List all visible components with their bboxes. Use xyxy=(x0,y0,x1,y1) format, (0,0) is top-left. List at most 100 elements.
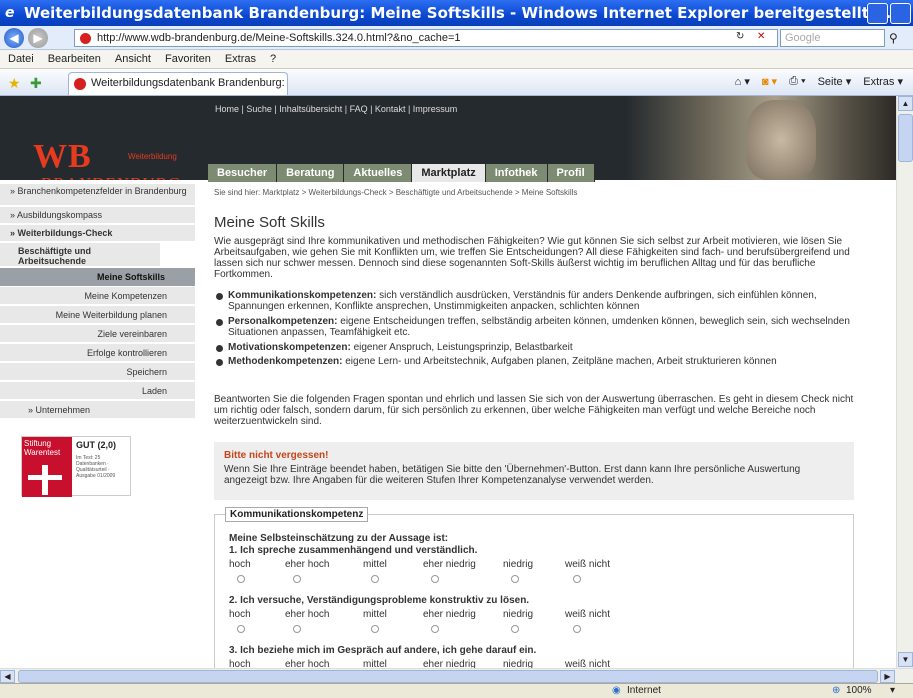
answer-radio[interactable] xyxy=(573,625,581,633)
menu-favoriten[interactable]: Favoriten xyxy=(165,50,211,68)
zoom-menu-chevron-icon[interactable]: ▾ xyxy=(890,684,895,698)
favorites-star-icon[interactable]: ★ xyxy=(8,75,21,92)
breadcrumb[interactable]: Sie sind hier: Marktplatz > Weiterbildun… xyxy=(214,188,577,197)
warentest-details: Im Test: 25 Datenbanken · Qualitätsurtei… xyxy=(76,455,116,479)
status-bar: ◉ Internet ⊕ 100% ▾ xyxy=(0,683,913,698)
sidebar-item-softskills[interactable]: Meine Softskills xyxy=(0,268,195,286)
answer-hint: Beantworten Sie die folgenden Fragen spo… xyxy=(214,394,854,427)
command-bar: ⌂ ▾ ◙ ▾ ⎙ ▾ Seite ▾ Extras ▾ xyxy=(735,75,903,88)
nav-infothek[interactable]: Infothek xyxy=(485,164,548,182)
sidebar-item-kompetenzen[interactable]: Meine Kompetenzen xyxy=(0,287,195,305)
stop-icon[interactable]: ✕ xyxy=(757,31,765,42)
option-label: weiß nicht xyxy=(565,609,611,620)
window-controls xyxy=(867,3,911,24)
back-button[interactable]: ◀ xyxy=(4,28,24,48)
nav-profil[interactable]: Profil xyxy=(547,164,595,182)
option-label: eher niedrig xyxy=(423,559,476,570)
option-label: eher hoch xyxy=(285,559,330,570)
extras-menu[interactable]: Extras ▾ xyxy=(863,75,903,88)
refresh-icon[interactable]: ↻ xyxy=(736,31,744,42)
menu-ansicht[interactable]: Ansicht xyxy=(115,50,151,68)
forward-button[interactable]: ▶ xyxy=(28,28,48,48)
scroll-thumb[interactable] xyxy=(898,114,913,162)
answer-radio[interactable] xyxy=(573,575,581,583)
self-assessment-label: Meine Selbsteinschätzung zu der Aussage … xyxy=(229,533,449,544)
tab-label: Weiterbildungsdatenbank Brandenburg: Mei… xyxy=(91,77,287,89)
answer-radio[interactable] xyxy=(371,575,379,583)
menu-datei[interactable]: Datei xyxy=(8,50,34,68)
vertical-scrollbar[interactable]: ▲ ▼ xyxy=(896,96,913,668)
search-input[interactable]: Google xyxy=(780,29,885,47)
option-label: hoch xyxy=(229,609,251,620)
answer-radio[interactable] xyxy=(237,575,245,583)
url-text: http://www.wdb-brandenburg.de/Meine-Soft… xyxy=(97,32,461,44)
page-menu[interactable]: Seite ▾ xyxy=(818,75,852,88)
web-page: WB Weiterbildung BRANDENBURG Home | Such… xyxy=(0,96,896,668)
nav-besucher[interactable]: Besucher xyxy=(208,164,278,182)
security-zone: Internet xyxy=(627,685,661,696)
url-field[interactable]: http://www.wdb-brandenburg.de/Meine-Soft… xyxy=(74,29,778,47)
option-label: mittel xyxy=(363,609,387,620)
browser-tab[interactable]: Weiterbildungsdatenbank Brandenburg: Mei… xyxy=(68,72,288,95)
banner-photo xyxy=(626,96,896,180)
question-1: 1. Ich spreche zusammenhängend und verst… xyxy=(229,545,478,556)
answer-radio[interactable] xyxy=(371,625,379,633)
option-label: niedrig xyxy=(503,659,534,668)
menu-bar: Datei Bearbeiten Ansicht Favoriten Extra… xyxy=(0,50,913,69)
scroll-left-button[interactable]: ◀ xyxy=(0,670,15,683)
sidebar-item-erfolge[interactable]: Erfolge kontrollieren xyxy=(0,344,195,362)
home-icon[interactable]: ⌂ ▾ xyxy=(735,75,750,88)
sidebar-item-speichern[interactable]: Speichern xyxy=(0,363,195,381)
question-3: 3. Ich beziehe mich im Gespräch auf ande… xyxy=(229,645,537,656)
option-label: eher niedrig xyxy=(423,659,476,668)
question-2: 2. Ich versuche, Verständigungsprobleme … xyxy=(229,595,530,606)
zoom-level[interactable]: 100% xyxy=(846,684,872,698)
main-navigation: Besucher Beratung Aktuelles Marktplatz I… xyxy=(208,164,595,182)
answer-radio[interactable] xyxy=(431,625,439,633)
sidebar-item-ziele[interactable]: Ziele vereinbaren xyxy=(0,325,195,343)
site-banner: WB Weiterbildung BRANDENBURG Home | Such… xyxy=(0,96,896,193)
sidebar-item-check[interactable]: » Weiterbildungs-Check xyxy=(0,225,195,242)
scroll-up-button[interactable]: ▲ xyxy=(898,96,913,111)
horizontal-scrollbar[interactable]: ◀ ▶ xyxy=(0,668,913,683)
sidebar-item-planen[interactable]: Meine Weiterbildung planen xyxy=(0,306,195,324)
option-label: niedrig xyxy=(503,559,534,570)
sidebar-item-branchen[interactable]: » Branchenkompetenzfelder in Brandenburg xyxy=(0,184,195,206)
add-favorites-icon[interactable]: ✚ xyxy=(30,75,42,92)
maximize-button[interactable] xyxy=(890,3,911,24)
answer-radio[interactable] xyxy=(511,575,519,583)
scroll-down-button[interactable]: ▼ xyxy=(898,652,913,667)
logo-mark: WB xyxy=(33,138,92,175)
menu-bearbeiten[interactable]: Bearbeiten xyxy=(48,50,101,68)
sidebar-item-unternehmen[interactable]: » Unternehmen xyxy=(0,401,195,419)
sidebar-item-laden[interactable]: Laden xyxy=(0,382,195,400)
intro-text: Wie ausgeprägt sind Ihre kommunikativen … xyxy=(214,236,850,280)
feeds-icon[interactable]: ◙ ▾ xyxy=(762,75,777,88)
horizontal-scroll-thumb[interactable] xyxy=(18,670,878,683)
print-icon[interactable]: ⎙ ▾ xyxy=(789,75,805,88)
menu-help[interactable]: ? xyxy=(270,50,276,68)
site-logo[interactable]: WB Weiterbildung BRANDENBURG xyxy=(33,138,180,193)
search-icon[interactable]: ⚲ xyxy=(889,31,898,45)
answer-radio[interactable] xyxy=(511,625,519,633)
answer-radio[interactable] xyxy=(237,625,245,633)
sidebar-item-ausbildung[interactable]: » Ausbildungskompass xyxy=(0,207,195,224)
nav-aktuelles[interactable]: Aktuelles xyxy=(344,164,413,182)
nav-beratung[interactable]: Beratung xyxy=(277,164,345,182)
sidebar-item-beschaeftigte[interactable]: Beschäftigte und Arbeitsuchende xyxy=(0,243,160,267)
fieldset-legend: Kommunikationskompetenz xyxy=(225,507,369,522)
warentest-grade: GUT (2,0) xyxy=(76,440,117,450)
option-label: eher niedrig xyxy=(423,609,476,620)
logo-subtitle: Weiterbildung xyxy=(128,152,177,161)
nav-marktplatz[interactable]: Marktplatz xyxy=(412,164,486,182)
scroll-right-button[interactable]: ▶ xyxy=(880,670,895,683)
answer-radio[interactable] xyxy=(293,625,301,633)
answer-radio[interactable] xyxy=(431,575,439,583)
top-links[interactable]: Home | Suche | Inhaltsübersicht | FAQ | … xyxy=(215,104,457,114)
tab-favicon-icon xyxy=(74,78,86,90)
minimize-button[interactable] xyxy=(867,3,888,24)
menu-extras[interactable]: Extras xyxy=(225,50,256,68)
window-title-bar: e Weiterbildungsdatenbank Brandenburg: M… xyxy=(0,0,913,26)
answer-radio[interactable] xyxy=(293,575,301,583)
option-label: niedrig xyxy=(503,609,534,620)
